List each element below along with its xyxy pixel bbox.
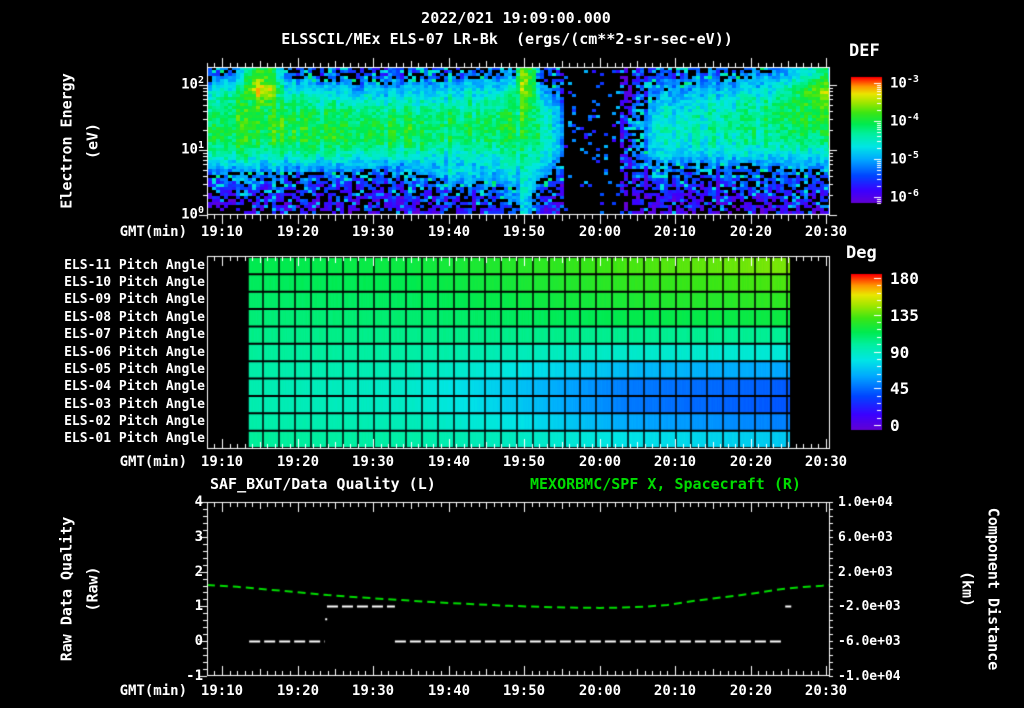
plot-stage: 2022/021 19:09:00.000 ELSSCIL/MEx ELS-07… bbox=[0, 0, 1024, 708]
time-tick-label: 20:00 bbox=[578, 683, 622, 699]
time-tick-label: 19:50 bbox=[502, 454, 546, 470]
quality-tick-label: 2 bbox=[194, 564, 203, 580]
pitch-row-label: ELS-05 Pitch Angle bbox=[64, 362, 205, 377]
distance-tick-label: 1.0e+04 bbox=[838, 495, 893, 510]
time-tick-label: 20:20 bbox=[729, 454, 773, 470]
component-distance-axis-label: Component Distance (km) bbox=[959, 507, 1003, 671]
electron-energy-axis-label: Electron Energy (eV) bbox=[57, 73, 102, 209]
distance-tick-label: -6.0e+03 bbox=[838, 634, 901, 649]
def-colorbar-title: DEF bbox=[849, 41, 880, 61]
time-tick-label: 19:50 bbox=[502, 224, 546, 240]
time-tick-label: 20:00 bbox=[578, 224, 622, 240]
energy-tick-label: 100 bbox=[181, 205, 204, 223]
deg-tick-label: 45 bbox=[890, 379, 910, 398]
distance-tick-label: -1.0e+04 bbox=[838, 669, 901, 684]
def-tick-label: 10-6 bbox=[890, 188, 919, 206]
time-tick-label: 20:10 bbox=[653, 683, 697, 699]
time-tick-label: 19:10 bbox=[200, 454, 244, 470]
time-tick-label: 19:30 bbox=[351, 454, 395, 470]
time-tick-label: 20:10 bbox=[653, 454, 697, 470]
title-datetime: 2022/021 19:09:00.000 bbox=[421, 9, 611, 27]
energy-tick-label: 102 bbox=[181, 75, 204, 93]
bottom-panel-title-left: SAF_BXuT/Data Quality (L) bbox=[210, 475, 436, 493]
time-tick-label: 20:30 bbox=[804, 454, 848, 470]
distance-tick-label: 2.0e+03 bbox=[838, 565, 893, 580]
time-tick-label: 19:20 bbox=[276, 224, 320, 240]
time-tick-label: 19:40 bbox=[427, 224, 471, 240]
time-tick-label: 19:50 bbox=[502, 683, 546, 699]
time-tick-label: 20:20 bbox=[729, 683, 773, 699]
quality-tick-label: 1 bbox=[194, 598, 203, 614]
title-instrument-units: ELSSCIL/MEx ELS-07 LR-Bk (ergs/(cm**2-sr… bbox=[281, 30, 733, 48]
time-tick-label: 19:10 bbox=[200, 224, 244, 240]
pitch-row-label: ELS-06 Pitch Angle bbox=[64, 345, 205, 360]
distance-tick-label: -2.0e+03 bbox=[838, 599, 901, 614]
pitch-row-label: ELS-02 Pitch Angle bbox=[64, 414, 205, 429]
quality-tick-label: 4 bbox=[194, 494, 203, 510]
pitch-row-label: ELS-03 Pitch Angle bbox=[64, 397, 205, 412]
pitch-row-label: ELS-09 Pitch Angle bbox=[64, 292, 205, 307]
pitch-row-label: ELS-07 Pitch Angle bbox=[64, 327, 205, 342]
time-tick-label: 20:00 bbox=[578, 454, 622, 470]
gmt-label-middle: GMT(min) bbox=[119, 454, 187, 470]
quality-tick-label: 0 bbox=[194, 633, 203, 649]
time-tick-label: 20:30 bbox=[804, 683, 848, 699]
def-tick-label: 10-5 bbox=[890, 150, 919, 168]
time-tick-label: 19:30 bbox=[351, 683, 395, 699]
time-tick-label: 19:20 bbox=[276, 683, 320, 699]
time-tick-label: 20:30 bbox=[804, 224, 848, 240]
time-tick-label: 19:40 bbox=[427, 683, 471, 699]
pitch-row-label: ELS-11 Pitch Angle bbox=[64, 258, 205, 273]
pitch-row-label: ELS-04 Pitch Angle bbox=[64, 379, 205, 394]
quality-tick-label: -1 bbox=[186, 668, 203, 684]
deg-tick-label: 180 bbox=[890, 269, 919, 288]
deg-tick-label: 90 bbox=[890, 343, 910, 362]
time-tick-label: 19:20 bbox=[276, 454, 320, 470]
distance-tick-label: 6.0e+03 bbox=[838, 530, 893, 545]
energy-tick-label: 101 bbox=[181, 140, 204, 158]
bottom-panel-title-right: MEXORBMC/SPF X, Spacecraft (R) bbox=[530, 475, 801, 493]
time-tick-label: 19:40 bbox=[427, 454, 471, 470]
gmt-label-top: GMT(min) bbox=[119, 224, 187, 240]
def-tick-label: 10-4 bbox=[890, 112, 919, 130]
time-tick-label: 19:10 bbox=[200, 683, 244, 699]
quality-tick-label: 3 bbox=[194, 529, 203, 545]
deg-tick-label: 135 bbox=[890, 306, 919, 325]
pitch-row-label: ELS-08 Pitch Angle bbox=[64, 310, 205, 325]
time-tick-label: 20:20 bbox=[729, 224, 773, 240]
pitch-row-label: ELS-10 Pitch Angle bbox=[64, 275, 205, 290]
deg-colorbar-title: Deg bbox=[846, 243, 877, 263]
raw-data-quality-axis-label: Raw Data Quality (Raw) bbox=[57, 516, 102, 662]
pitch-row-label: ELS-01 Pitch Angle bbox=[64, 431, 205, 446]
gmt-label-bottom: GMT(min) bbox=[119, 683, 187, 699]
time-tick-label: 19:30 bbox=[351, 224, 395, 240]
def-tick-label: 10-3 bbox=[890, 74, 919, 92]
deg-tick-label: 0 bbox=[890, 416, 900, 435]
time-tick-label: 20:10 bbox=[653, 224, 697, 240]
